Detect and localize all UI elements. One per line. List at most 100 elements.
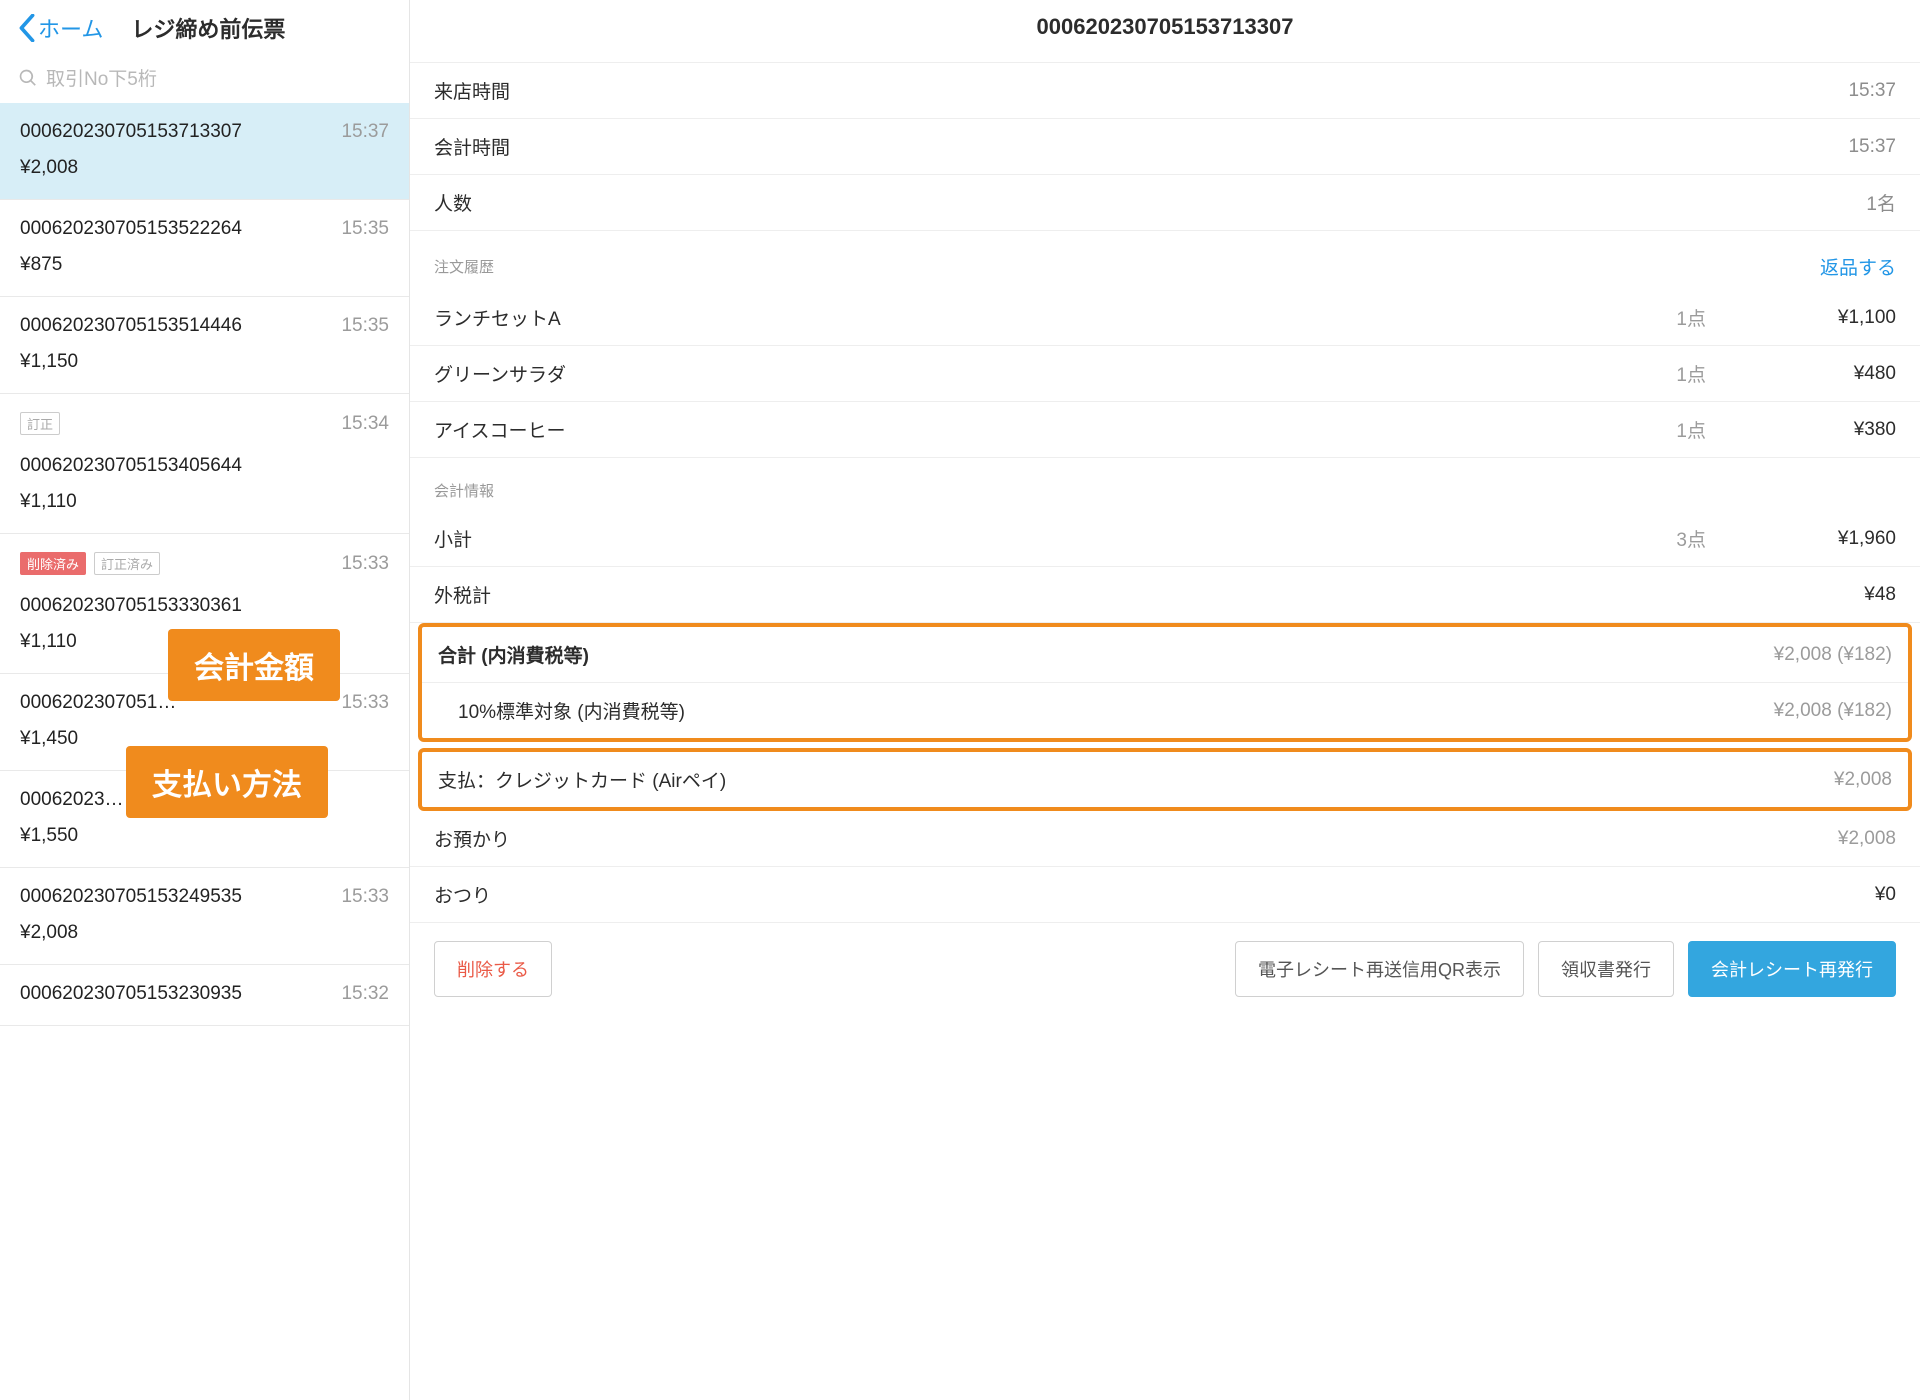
status-badge: 削除済み bbox=[20, 552, 86, 575]
orders-list: ランチセットA1点¥1,100グリーンサラダ1点¥480アイスコーヒー1点¥38… bbox=[410, 290, 1920, 458]
order-qty: 1点 bbox=[1616, 304, 1706, 331]
change-label: おつり bbox=[434, 881, 1875, 908]
transaction-number: 00062023070515351​4446 bbox=[20, 315, 242, 337]
checkout-time-value: 15:37 bbox=[1848, 136, 1896, 158]
chevron-left-icon bbox=[18, 14, 36, 42]
total-amt: ¥2,008 (¥182) bbox=[1774, 644, 1892, 666]
order-amount: ¥1,100 bbox=[1706, 307, 1896, 329]
transaction-item[interactable]: 00062023070515324​9535 15:33 ¥2,008 bbox=[0, 868, 409, 965]
receipt-button[interactable]: 領収書発行 bbox=[1538, 941, 1674, 997]
checkout-time-row: 会計時間 15:37 bbox=[410, 119, 1920, 175]
transaction-time: 15:34 bbox=[341, 413, 389, 435]
transaction-number: 000620230705​1… bbox=[20, 692, 176, 714]
total-row: 合計 (内消費税等) ¥2,008 (¥182) bbox=[422, 627, 1908, 683]
button-row: 削除する 電子レシート再送信用QR表示 領収書発行 会計レシート再発行 bbox=[410, 923, 1920, 1015]
transaction-time: 15:33 bbox=[341, 553, 389, 575]
transaction-item[interactable]: 00062023070515351​4446 15:35 ¥1,150 bbox=[0, 297, 409, 394]
tax-ext-amt: ¥48 bbox=[1706, 584, 1896, 606]
back-button[interactable]: ホーム bbox=[18, 12, 103, 44]
left-panel: ホーム レジ締め前伝票 取引No下5桁 00062023070515371​33… bbox=[0, 0, 410, 1400]
transaction-amount: ¥1,110 bbox=[20, 631, 389, 653]
status-badge: 訂正済み bbox=[94, 552, 160, 575]
transaction-number: 00062023070515352​2264 bbox=[20, 218, 242, 240]
order-name: ランチセットA bbox=[434, 304, 1616, 331]
transaction-amount: ¥2,008 bbox=[20, 157, 389, 179]
payment-amt: ¥2,008 bbox=[1834, 769, 1892, 791]
transaction-time: 15:37 bbox=[341, 121, 389, 143]
transaction-time: 15:35 bbox=[341, 218, 389, 240]
return-link[interactable]: 返品する bbox=[1820, 253, 1896, 280]
visit-time-label: 来店時間 bbox=[434, 77, 510, 104]
transaction-amount: ¥1,450 bbox=[20, 728, 389, 750]
tax10-row: 10%標準対象 (内消費税等) ¥2,008 (¥182) bbox=[422, 683, 1908, 738]
tax-ext-label: 外税計 bbox=[434, 581, 1616, 608]
guests-row: 人数 1名 bbox=[410, 175, 1920, 231]
guests-value: 1名 bbox=[1866, 189, 1896, 216]
transaction-item[interactable]: 00062023070515371​3307 15:37 ¥2,008 bbox=[0, 103, 409, 200]
status-badge: 訂正 bbox=[20, 412, 60, 435]
subtotal-label: 小計 bbox=[434, 525, 1616, 552]
tax10-label: 10%標準対象 (内消費税等) bbox=[438, 697, 1774, 724]
transaction-number: 00062023070515371​3307 bbox=[20, 121, 242, 143]
transaction-item[interactable]: 00062023070515352​2264 15:35 ¥875 bbox=[0, 200, 409, 297]
order-history-label: 注文履歴 bbox=[434, 256, 494, 277]
change-amt: ¥0 bbox=[1875, 884, 1896, 906]
order-amount: ¥380 bbox=[1706, 419, 1896, 441]
highlight-payment-box: 支払：クレジットカード (Airペイ) ¥2,008 bbox=[418, 748, 1912, 811]
transaction-number: 00062023070515323​0935 bbox=[20, 983, 242, 1005]
guests-label: 人数 bbox=[434, 189, 472, 216]
order-row: アイスコーヒー1点¥380 bbox=[410, 402, 1920, 458]
visit-time-value: 15:37 bbox=[1848, 80, 1896, 102]
transaction-item[interactable]: 削除済み訂正済み 15:33 00062023070515333​0361 ¥1,11… bbox=[0, 534, 409, 674]
calc-label: 会計情報 bbox=[434, 480, 494, 501]
visit-time-row: 来店時間 15:37 bbox=[410, 63, 1920, 119]
transaction-time: 15:33 bbox=[341, 886, 389, 908]
transaction-number: 00062023070515333​0361 bbox=[20, 595, 389, 617]
payment-row: 支払：クレジットカード (Airペイ) ¥2,008 bbox=[422, 752, 1908, 807]
highlight-total-box: 合計 (内消費税等) ¥2,008 (¥182) 10%標準対象 (内消費税等)… bbox=[418, 623, 1912, 742]
transaction-list[interactable]: 00062023070515371​330715:37¥2,0080006202… bbox=[0, 103, 409, 1400]
transaction-number: 0006202​3… bbox=[20, 789, 124, 811]
transaction-amount: ¥1,550 bbox=[20, 825, 389, 847]
transaction-item[interactable]: 000620230705​1…15:33¥1,450 bbox=[0, 674, 409, 771]
transaction-time: 15:32 bbox=[341, 983, 389, 1005]
deposit-amt: ¥2,008 bbox=[1838, 828, 1896, 850]
order-qty: 1点 bbox=[1616, 416, 1706, 443]
transaction-time: 15:35 bbox=[341, 315, 389, 337]
left-title: レジ締め前伝票 bbox=[131, 12, 285, 44]
deposit-label: お預かり bbox=[434, 825, 1838, 852]
reissue-button[interactable]: 会計レシート再発行 bbox=[1688, 941, 1896, 997]
subtotal-row: 小計 3点 ¥1,960 bbox=[410, 511, 1920, 567]
tax-ext-row: 外税計 ¥48 bbox=[410, 567, 1920, 623]
transaction-amount: ¥2,008 bbox=[20, 922, 389, 944]
transaction-item[interactable]: 0006202​3… ¥1,550 bbox=[0, 771, 409, 868]
transaction-item[interactable]: 訂正 15:34 00062023070515340​5644 ¥1,110 bbox=[0, 394, 409, 534]
search-icon bbox=[18, 68, 38, 88]
tax10-amt: ¥2,008 (¥182) bbox=[1774, 700, 1892, 722]
change-row: おつり ¥0 bbox=[410, 867, 1920, 923]
transaction-amount: ¥875 bbox=[20, 254, 389, 276]
transaction-number: 00062023070515324​9535 bbox=[20, 886, 242, 908]
payment-label: 支払：クレジットカード (Airペイ) bbox=[438, 766, 1834, 793]
qr-button[interactable]: 電子レシート再送信用QR表示 bbox=[1235, 941, 1524, 997]
detail-body[interactable]: 来店時間 15:37 会計時間 15:37 人数 1名 注文履歴 返品する ラン… bbox=[410, 63, 1920, 1400]
back-label: ホーム bbox=[38, 12, 103, 44]
detail-title: 000620230705153713307 bbox=[410, 0, 1920, 63]
transaction-item[interactable]: 00062023070515323​0935 15:32 bbox=[0, 965, 409, 1026]
checkout-time-label: 会計時間 bbox=[434, 133, 510, 160]
subtotal-amt: ¥1,960 bbox=[1706, 528, 1896, 550]
order-row: ランチセットA1点¥1,100 bbox=[410, 290, 1920, 346]
order-amount: ¥480 bbox=[1706, 363, 1896, 385]
delete-button[interactable]: 削除する bbox=[434, 941, 552, 997]
transaction-number: 00062023070515340​5644 bbox=[20, 455, 389, 477]
calc-header: 会計情報 bbox=[410, 458, 1920, 511]
transaction-amount: ¥1,110 bbox=[20, 491, 389, 513]
order-qty: 1点 bbox=[1616, 360, 1706, 387]
order-history-header: 注文履歴 返品する bbox=[410, 231, 1920, 290]
transaction-amount: ¥1,150 bbox=[20, 351, 389, 373]
search-row[interactable]: 取引No下5桁 bbox=[0, 64, 409, 103]
deposit-row: お預かり ¥2,008 bbox=[410, 811, 1920, 867]
total-label: 合計 (内消費税等) bbox=[438, 641, 1774, 668]
order-name: アイスコーヒー bbox=[434, 416, 1616, 443]
order-row: グリーンサラダ1点¥480 bbox=[410, 346, 1920, 402]
